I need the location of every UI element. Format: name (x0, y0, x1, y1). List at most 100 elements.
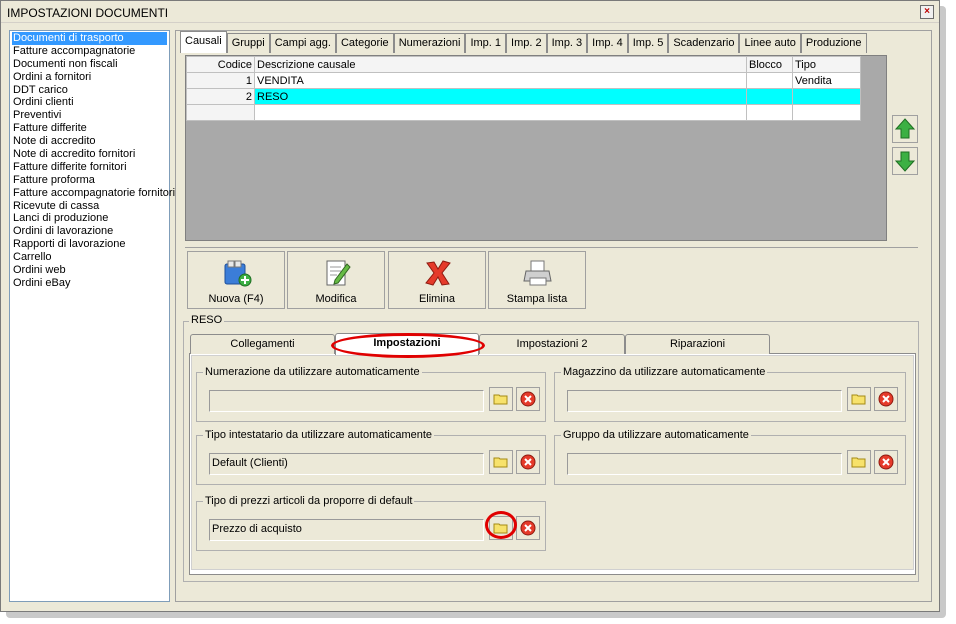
numerazione-field[interactable] (209, 390, 484, 412)
magazzino-clear-button[interactable] (874, 387, 898, 411)
arrow-up-icon (894, 118, 916, 139)
magazzino-field[interactable] (567, 390, 842, 412)
tab-linee-auto[interactable]: Linee auto (739, 33, 801, 53)
magazzino-label: Magazzino da utilizzare automaticamente (561, 366, 768, 378)
list-item[interactable]: Ordini clienti (12, 96, 167, 109)
gruppo-label: Gruppo da utilizzare automaticamente (561, 429, 751, 441)
tab-gruppi[interactable]: Gruppi (226, 33, 270, 53)
cell-descrizione[interactable]: VENDITA (254, 72, 747, 89)
list-item[interactable]: Fatture differite (12, 122, 167, 135)
list-item[interactable]: Ricevute di cassa (12, 200, 167, 213)
cell-codice[interactable]: 1 (186, 72, 255, 89)
list-item[interactable]: Fatture accompagnatorie fornitori (12, 187, 175, 200)
reso-group-title: RESO (189, 314, 225, 326)
tab-campi-agg[interactable]: Campi agg. (269, 33, 336, 53)
col-codice[interactable]: Codice (186, 56, 255, 73)
intestatario-browse-button[interactable] (489, 450, 513, 474)
document-type-list[interactable]: Documenti di trasporto Fatture accompagn… (9, 30, 175, 602)
list-item[interactable]: Carrello (12, 251, 167, 264)
list-item[interactable]: Rapporti di lavorazione (12, 238, 167, 251)
new-button[interactable]: Nuova (F4) (187, 251, 285, 309)
list-item[interactable]: Fatture proforma (12, 174, 167, 187)
numerazione-label: Numerazione da utilizzare automaticament… (203, 366, 422, 378)
tab-categorie[interactable]: Categorie (335, 33, 394, 53)
print-button-label: Stampa lista (506, 293, 568, 305)
table-row[interactable]: 2 RESO (186, 88, 861, 105)
folder-icon (851, 457, 866, 468)
col-blocco[interactable]: Blocco (746, 56, 793, 73)
magazzino-group: Magazzino da utilizzare automaticamente (554, 366, 906, 422)
table-header: Codice Descrizione causale Blocco Tipo (186, 56, 861, 73)
cell-blocco[interactable] (746, 88, 793, 105)
move-down-button[interactable] (892, 147, 918, 175)
numerazione-browse-button[interactable] (489, 387, 513, 411)
cell-codice[interactable]: 2 (186, 88, 255, 105)
prezzi-label: Tipo di prezzi articoli da proporre di d… (203, 495, 415, 507)
intestatario-group: Tipo intestatario da utilizzare automati… (196, 429, 546, 485)
intestatario-label: Tipo intestatario da utilizzare automati… (203, 429, 435, 441)
tab-imp-4[interactable]: Imp. 4 (587, 33, 628, 53)
list-item[interactable]: Lanci di produzione (12, 212, 167, 225)
causali-table: Codice Descrizione causale Blocco Tipo 1… (186, 56, 861, 121)
cell-tipo[interactable] (792, 88, 861, 105)
tab-produzione[interactable]: Produzione (800, 33, 867, 53)
clear-icon (878, 454, 894, 470)
clear-icon (520, 391, 536, 407)
list-item[interactable]: Preventivi (12, 109, 167, 122)
intestatario-field[interactable]: Default (Clienti) (209, 453, 484, 475)
numerazione-clear-button[interactable] (516, 387, 540, 411)
list-item[interactable]: Ordini di lavorazione (12, 225, 167, 238)
edit-button[interactable]: Modifica (287, 251, 385, 309)
prezzi-field[interactable]: Prezzo di acquisto (209, 519, 484, 541)
delete-button[interactable]: Elimina (388, 251, 486, 309)
cell-blocco[interactable] (746, 72, 793, 89)
close-button[interactable]: × (920, 5, 934, 19)
edit-icon (326, 260, 351, 286)
tab-scadenzario[interactable]: Scadenzario (668, 33, 740, 53)
list-item[interactable]: Ordini a fornitori (12, 71, 167, 84)
clear-icon (878, 391, 894, 407)
list-item[interactable]: Ordini eBay (12, 277, 167, 290)
annotation-oval (485, 511, 517, 539)
list-item[interactable]: Documenti di trasporto (12, 32, 167, 45)
tab-causali[interactable]: Causali (180, 31, 227, 53)
table-row-empty[interactable] (186, 104, 861, 121)
list-item[interactable]: Note di accredito (12, 135, 167, 148)
move-up-button[interactable] (892, 115, 918, 143)
list-item[interactable]: DDT carico (12, 84, 167, 97)
gruppo-browse-button[interactable] (847, 450, 871, 474)
gruppo-group: Gruppo da utilizzare automaticamente (554, 429, 906, 485)
list-item[interactable]: Ordini web (12, 264, 167, 277)
tab-numerazioni[interactable]: Numerazioni (393, 33, 466, 53)
list-item[interactable]: Fatture differite fornitori (12, 161, 167, 174)
table-row[interactable]: 1 VENDITA Vendita (186, 72, 861, 89)
cell-tipo[interactable]: Vendita (792, 72, 861, 89)
list-item[interactable]: Documenti non fiscali (12, 58, 167, 71)
col-tipo[interactable]: Tipo (792, 56, 861, 73)
gruppo-clear-button[interactable] (874, 450, 898, 474)
col-descrizione[interactable]: Descrizione causale (254, 56, 747, 73)
intestatario-clear-button[interactable] (516, 450, 540, 474)
clear-icon (520, 454, 536, 470)
close-icon: × (924, 6, 930, 17)
annotation-oval (331, 333, 485, 358)
causali-grid[interactable]: Codice Descrizione causale Blocco Tipo 1… (185, 55, 887, 241)
tab-riparazioni[interactable]: Riparazioni (625, 334, 770, 354)
tab-collegamenti[interactable]: Collegamenti (190, 334, 335, 354)
tab-imp-5[interactable]: Imp. 5 (627, 33, 669, 53)
list-item[interactable]: Fatture accompagnatorie (12, 45, 167, 58)
tab-impostazioni-2[interactable]: Impostazioni 2 (479, 334, 625, 354)
toolbar: Nuova (F4) Modifica Elimina Stampa lista (185, 247, 918, 309)
tab-imp-1[interactable]: Imp. 1 (465, 33, 507, 53)
title-bar: IMPOSTAZIONI DOCUMENTI × (1, 1, 939, 23)
magazzino-browse-button[interactable] (847, 387, 871, 411)
printer-icon (523, 260, 552, 286)
tab-imp-3[interactable]: Imp. 3 (546, 33, 588, 53)
gruppo-field[interactable] (567, 453, 842, 475)
print-button[interactable]: Stampa lista (488, 251, 586, 309)
tab-imp-2[interactable]: Imp. 2 (506, 33, 547, 53)
list-item[interactable]: Note di accredito fornitori (12, 148, 167, 161)
cell-descrizione[interactable]: RESO (254, 88, 747, 105)
prezzi-clear-button[interactable] (516, 516, 540, 540)
delete-button-label: Elimina (418, 293, 456, 305)
